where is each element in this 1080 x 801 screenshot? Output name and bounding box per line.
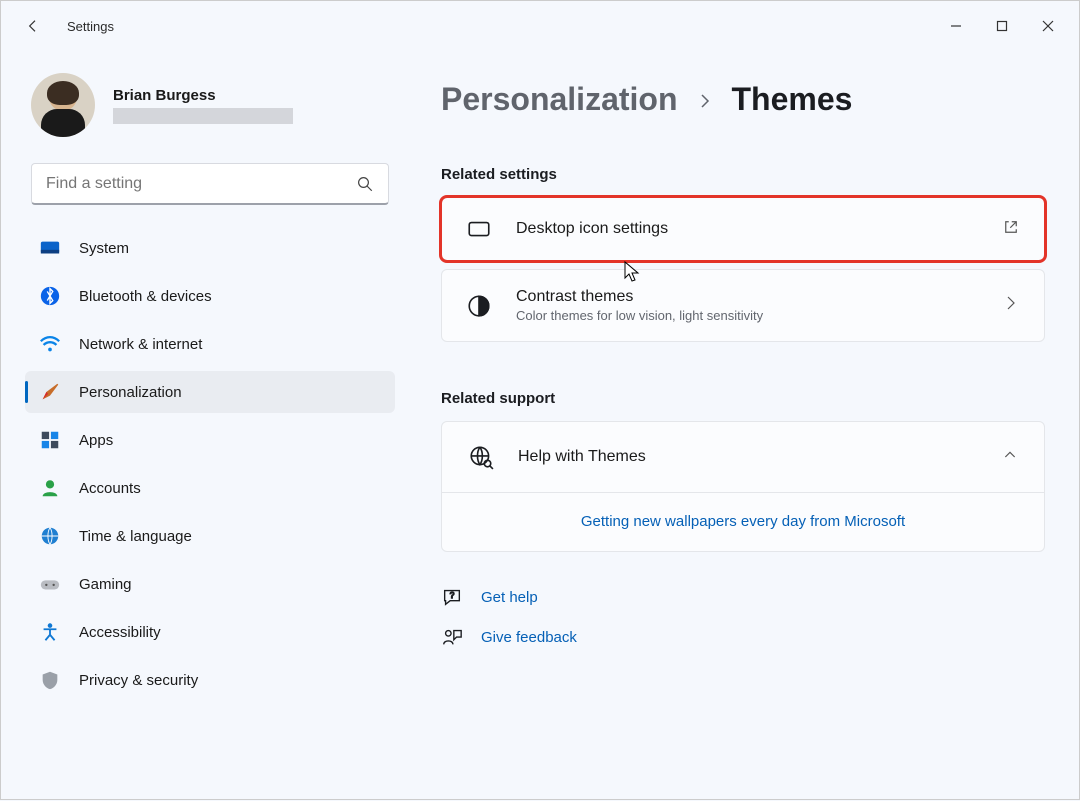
breadcrumb: Personalization Themes <box>441 81 1045 118</box>
nav-label: Privacy & security <box>79 672 198 689</box>
nav-label: System <box>79 240 129 257</box>
time-language-icon <box>39 525 61 547</box>
nav-label: Accessibility <box>79 624 161 641</box>
globe-search-icon <box>468 444 494 470</box>
accessibility-icon <box>39 621 61 643</box>
nav-item-bluetooth[interactable]: Bluetooth & devices <box>25 275 395 317</box>
bluetooth-icon <box>39 285 61 307</box>
nav-label: Apps <box>79 432 113 449</box>
window-title: Settings <box>67 19 114 34</box>
gaming-icon <box>39 573 61 595</box>
nav-label: Gaming <box>79 576 132 593</box>
related-support-heading: Related support <box>441 390 1045 407</box>
card-subtitle: Color themes for low vision, light sensi… <box>516 308 978 323</box>
wifi-icon <box>39 333 61 355</box>
maximize-button[interactable] <box>979 10 1025 42</box>
user-email-redacted <box>113 108 293 124</box>
search-icon <box>356 175 374 193</box>
back-button[interactable] <box>15 8 51 44</box>
search-input-container[interactable] <box>31 163 389 205</box>
close-button[interactable] <box>1025 10 1071 42</box>
link-text: Give feedback <box>481 629 577 646</box>
nav-item-accounts[interactable]: Accounts <box>25 467 395 509</box>
contrast-icon <box>466 293 492 319</box>
related-settings-heading: Related settings <box>441 166 1045 183</box>
wallpapers-link[interactable]: Getting new wallpapers every day from Mi… <box>581 513 905 530</box>
user-profile[interactable]: Brian Burgess <box>25 63 395 155</box>
chevron-up-icon <box>1002 447 1018 468</box>
system-icon <box>39 237 61 259</box>
desktop-icon-settings-card[interactable]: Desktop icon settings <box>441 197 1045 261</box>
nav-item-gaming[interactable]: Gaming <box>25 563 395 605</box>
paintbrush-icon <box>39 381 61 403</box>
breadcrumb-parent[interactable]: Personalization <box>441 81 678 118</box>
svg-text:?: ? <box>450 591 455 600</box>
card-title: Desktop icon settings <box>516 220 978 238</box>
link-text: Get help <box>481 589 538 606</box>
nav-label: Time & language <box>79 528 192 545</box>
breadcrumb-current: Themes <box>732 81 853 118</box>
nav-item-system[interactable]: System <box>25 227 395 269</box>
help-with-themes-row[interactable]: Help with Themes <box>442 422 1044 492</box>
chevron-right-icon <box>696 81 714 118</box>
shield-icon <box>39 669 61 691</box>
chevron-right-icon <box>1002 294 1020 317</box>
nav-label: Accounts <box>79 480 141 497</box>
contrast-themes-card[interactable]: Contrast themes Color themes for low vis… <box>441 269 1045 342</box>
nav-item-network[interactable]: Network & internet <box>25 323 395 365</box>
nav-label: Personalization <box>79 384 182 401</box>
user-name: Brian Burgess <box>113 87 293 104</box>
nav-item-time[interactable]: Time & language <box>25 515 395 557</box>
nav-label: Bluetooth & devices <box>79 288 212 305</box>
nav-item-personalization[interactable]: Personalization <box>25 371 395 413</box>
support-title: Help with Themes <box>518 448 978 466</box>
give-feedback-link[interactable]: Give feedback <box>441 626 1045 648</box>
external-link-icon <box>1002 218 1020 241</box>
nav-item-privacy[interactable]: Privacy & security <box>25 659 395 701</box>
nav-item-accessibility[interactable]: Accessibility <box>25 611 395 653</box>
apps-icon <box>39 429 61 451</box>
avatar <box>31 73 95 137</box>
nav-item-apps[interactable]: Apps <box>25 419 395 461</box>
get-help-link[interactable]: ? Get help <box>441 586 1045 608</box>
feedback-icon <box>441 626 463 648</box>
desktop-icon <box>466 216 492 242</box>
nav-label: Network & internet <box>79 336 202 353</box>
minimize-button[interactable] <box>933 10 979 42</box>
card-title: Contrast themes <box>516 288 978 306</box>
accounts-icon <box>39 477 61 499</box>
chat-help-icon: ? <box>441 586 463 608</box>
search-input[interactable] <box>46 175 356 193</box>
